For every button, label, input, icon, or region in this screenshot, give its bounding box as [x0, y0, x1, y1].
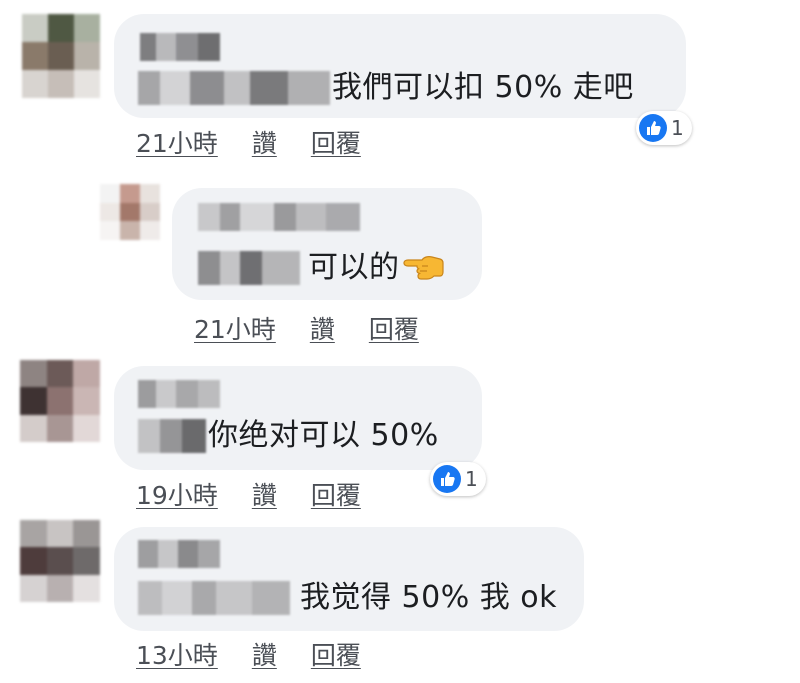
author-name-redacted[interactable]: [198, 203, 360, 231]
like-button[interactable]: 讚: [252, 124, 277, 160]
reply-button[interactable]: 回覆: [311, 476, 361, 512]
mention-redacted[interactable]: [138, 71, 330, 105]
author-name-redacted[interactable]: [140, 33, 220, 61]
avatar[interactable]: [100, 184, 160, 240]
avatar[interactable]: [20, 520, 100, 602]
mention-redacted[interactable]: [138, 419, 206, 453]
comment-text: 可以的: [308, 250, 400, 285]
reply-button[interactable]: 回覆: [311, 124, 361, 160]
reply-button[interactable]: 回覆: [369, 310, 419, 346]
thumbs-up-icon: [433, 465, 461, 493]
author-name-redacted[interactable]: [138, 540, 220, 568]
mention-redacted[interactable]: [138, 581, 290, 615]
avatar[interactable]: [20, 360, 100, 442]
thumbs-up-icon: [639, 114, 667, 142]
reaction-count: 1: [671, 116, 684, 140]
timestamp-link[interactable]: 21小時: [136, 124, 218, 160]
timestamp-link[interactable]: 19小時: [136, 476, 218, 512]
comment-text: 我們可以扣 50% 走吧: [332, 70, 634, 105]
author-name-redacted[interactable]: [138, 380, 220, 408]
like-button[interactable]: 讚: [252, 636, 277, 672]
reply-button[interactable]: 回覆: [311, 636, 361, 672]
like-button[interactable]: 讚: [310, 310, 335, 346]
reaction-badge[interactable]: 1: [636, 111, 692, 145]
comment-text: 你绝对可以 50%: [208, 418, 439, 453]
avatar[interactable]: [22, 14, 100, 98]
reaction-count: 1: [465, 467, 478, 491]
backhand-index-pointing-left-icon: [402, 256, 444, 280]
timestamp-link[interactable]: 21小時: [194, 310, 276, 346]
mention-redacted[interactable]: [198, 251, 300, 285]
reaction-badge[interactable]: 1: [430, 462, 486, 496]
comment-text: 我觉得 50% 我 ok: [300, 580, 558, 615]
timestamp-link[interactable]: 13小時: [136, 636, 218, 672]
like-button[interactable]: 讚: [252, 476, 277, 512]
